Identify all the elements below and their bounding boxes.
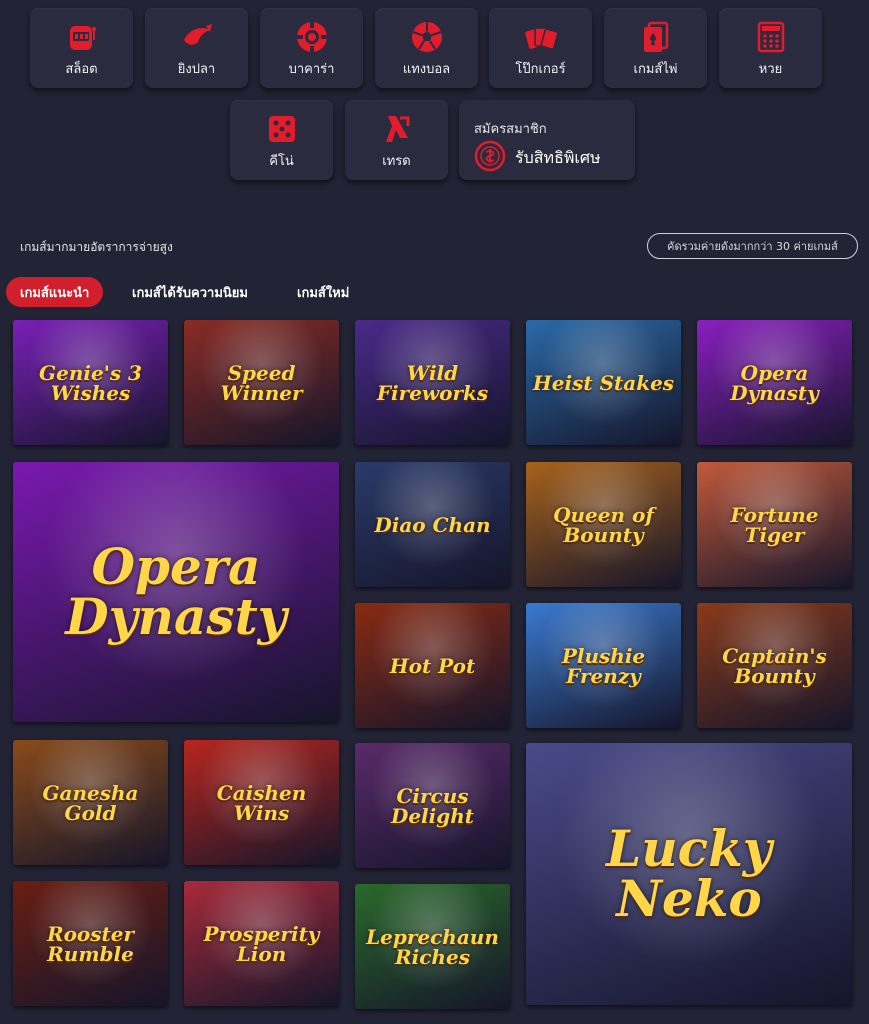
game-tile[interactable]: Plushie Frenzy (526, 603, 681, 728)
soccer-ball-icon (408, 18, 446, 56)
game-tile-featured[interactable]: Opera Dynasty (13, 462, 339, 722)
game-tile[interactable]: Leprechaun Riches (355, 884, 510, 1009)
game-tile[interactable]: Prosperity Lion (184, 881, 339, 1006)
game-title: Plushie Frenzy (561, 643, 646, 688)
game-tile[interactable]: Wild Fireworks (355, 320, 510, 445)
category-label: คีโน่ (269, 153, 294, 169)
category-label: หวย (758, 61, 783, 77)
trade-arrow-icon (378, 110, 416, 148)
lottery-ticket-icon (752, 18, 790, 56)
game-title: Queen of Bounty (553, 502, 654, 547)
game-tile[interactable]: Diao Chan (355, 462, 510, 587)
game-title: Speed Winner (220, 360, 303, 405)
game-title: Lucky Neko (606, 819, 772, 928)
game-tile[interactable]: Genie's 3 Wishes (13, 320, 168, 445)
category-label: เกมส์ไพ่ (633, 61, 678, 77)
game-tile[interactable]: Circus Delight (355, 743, 510, 868)
game-title: Hot Pot (389, 653, 476, 678)
signup-card[interactable]: สมัครสมาชิก รับสิทธิพิเศษ (459, 100, 635, 180)
game-tile[interactable]: Captain's Bounty (697, 603, 852, 728)
dice-icon (263, 110, 301, 148)
category-lottery[interactable]: หวย (719, 8, 822, 88)
category-trade[interactable]: เทรด (345, 100, 448, 180)
game-title: Prosperity Lion (203, 921, 320, 966)
game-title: Wild Fireworks (376, 360, 489, 405)
game-title: Rooster Rumble (46, 921, 135, 966)
game-tile[interactable]: Ganesha Gold (13, 740, 168, 865)
game-tile[interactable]: Opera Dynasty (697, 320, 852, 445)
category-label: แทงบอล (402, 61, 451, 77)
poker-chip-icon (293, 18, 331, 56)
game-title: Genie's 3 Wishes (39, 360, 142, 405)
tab-popular[interactable]: เกมส์ได้รับความนิยม (132, 277, 248, 307)
game-tile[interactable]: Queen of Bounty (526, 462, 681, 587)
section-headline: เกมส์มากมายอัตราการจ่ายสูง (20, 240, 173, 254)
category-card-games[interactable]: เกมส์ไพ่ (604, 8, 707, 88)
game-title: Caishen Wins (216, 780, 307, 825)
game-title: Ganesha Gold (42, 780, 139, 825)
coin-icon (474, 140, 506, 172)
game-tile[interactable]: Fortune Tiger (697, 462, 852, 587)
game-title: Opera Dynasty (730, 360, 819, 405)
tab-recommended[interactable]: เกมส์แนะนำ (6, 277, 104, 307)
game-title: Diao Chan (374, 512, 491, 537)
game-tile[interactable]: Caishen Wins (184, 740, 339, 865)
providers-pill-button[interactable]: คัดรวมค่ายดังมากกว่า 30 ค่ายเกมส์ (647, 233, 858, 259)
category-poker[interactable]: โป๊กเกอร์ (489, 8, 592, 88)
category-label: ยิงปลา (177, 61, 216, 77)
game-tile[interactable]: Rooster Rumble (13, 881, 168, 1006)
category-football[interactable]: แทงบอล (375, 8, 478, 88)
category-label: บาคาร่า (288, 61, 335, 77)
category-baccarat[interactable]: บาคาร่า (260, 8, 363, 88)
game-title: Captain's Bounty (722, 643, 827, 688)
game-title: Circus Delight (390, 783, 475, 828)
category-slots[interactable]: สล็อต (30, 8, 133, 88)
category-label: โป๊กเกอร์ (515, 61, 566, 77)
category-fishing[interactable]: ยิงปลา (145, 8, 248, 88)
signup-cta: รับสิทธิพิเศษ (515, 148, 601, 167)
game-title: Leprechaun Riches (366, 924, 499, 969)
signup-title: สมัครสมาชิก (474, 122, 547, 137)
game-title: Heist Stakes (532, 370, 675, 395)
tab-new[interactable]: เกมส์ใหม่ (297, 277, 349, 307)
category-label: เทรด (382, 153, 411, 169)
category-keno[interactable]: คีโน่ (230, 100, 333, 180)
game-tile-featured[interactable]: Lucky Neko (526, 743, 852, 1005)
slot-machine-icon (63, 18, 101, 56)
fish-icon (178, 18, 216, 56)
game-tile[interactable]: Heist Stakes (526, 320, 681, 445)
game-tile[interactable]: Hot Pot (355, 603, 510, 728)
category-label: สล็อต (65, 61, 98, 77)
game-tile[interactable]: Speed Winner (184, 320, 339, 445)
poker-cards-icon (522, 18, 560, 56)
playing-cards-icon (637, 18, 675, 56)
game-title: Fortune Tiger (730, 502, 819, 547)
game-title: Opera Dynasty (65, 537, 287, 646)
